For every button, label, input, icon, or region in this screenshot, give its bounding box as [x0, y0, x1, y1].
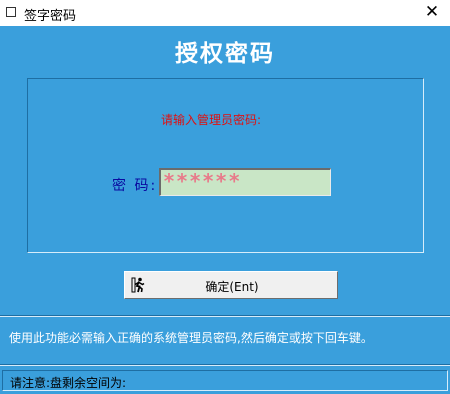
- confirm-button-label: 确定(Ent): [205, 280, 259, 294]
- window-icon: [6, 7, 16, 17]
- password-prompt: 请输入管理员密码:: [161, 113, 262, 127]
- separator: [0, 364, 450, 366]
- confirm-button[interactable]: 确定(Ent): [124, 271, 338, 299]
- status-bar: 请注意:盘剩余空间为:: [2, 370, 448, 391]
- status-text: 请注意:盘剩余空间为:: [10, 376, 127, 390]
- password-input[interactable]: ******: [159, 168, 331, 196]
- separator: [0, 315, 450, 317]
- title-bar: 签字密码 ✕: [0, 0, 450, 27]
- info-text: 使用此功能必需输入正确的系统管理员密码,然后确定或按下回车键。: [9, 331, 373, 345]
- dialog-heading: 授权密码: [175, 40, 275, 67]
- password-panel: 请输入管理员密码: 密 码: ******: [27, 78, 424, 253]
- password-label: 密 码:: [112, 178, 158, 194]
- window-title: 签字密码: [24, 9, 77, 24]
- close-button[interactable]: ✕: [414, 0, 450, 26]
- dialog-body: 授权密码 请输入管理员密码: 密 码: ****** 确定(Ent) 使用此功能…: [0, 26, 450, 394]
